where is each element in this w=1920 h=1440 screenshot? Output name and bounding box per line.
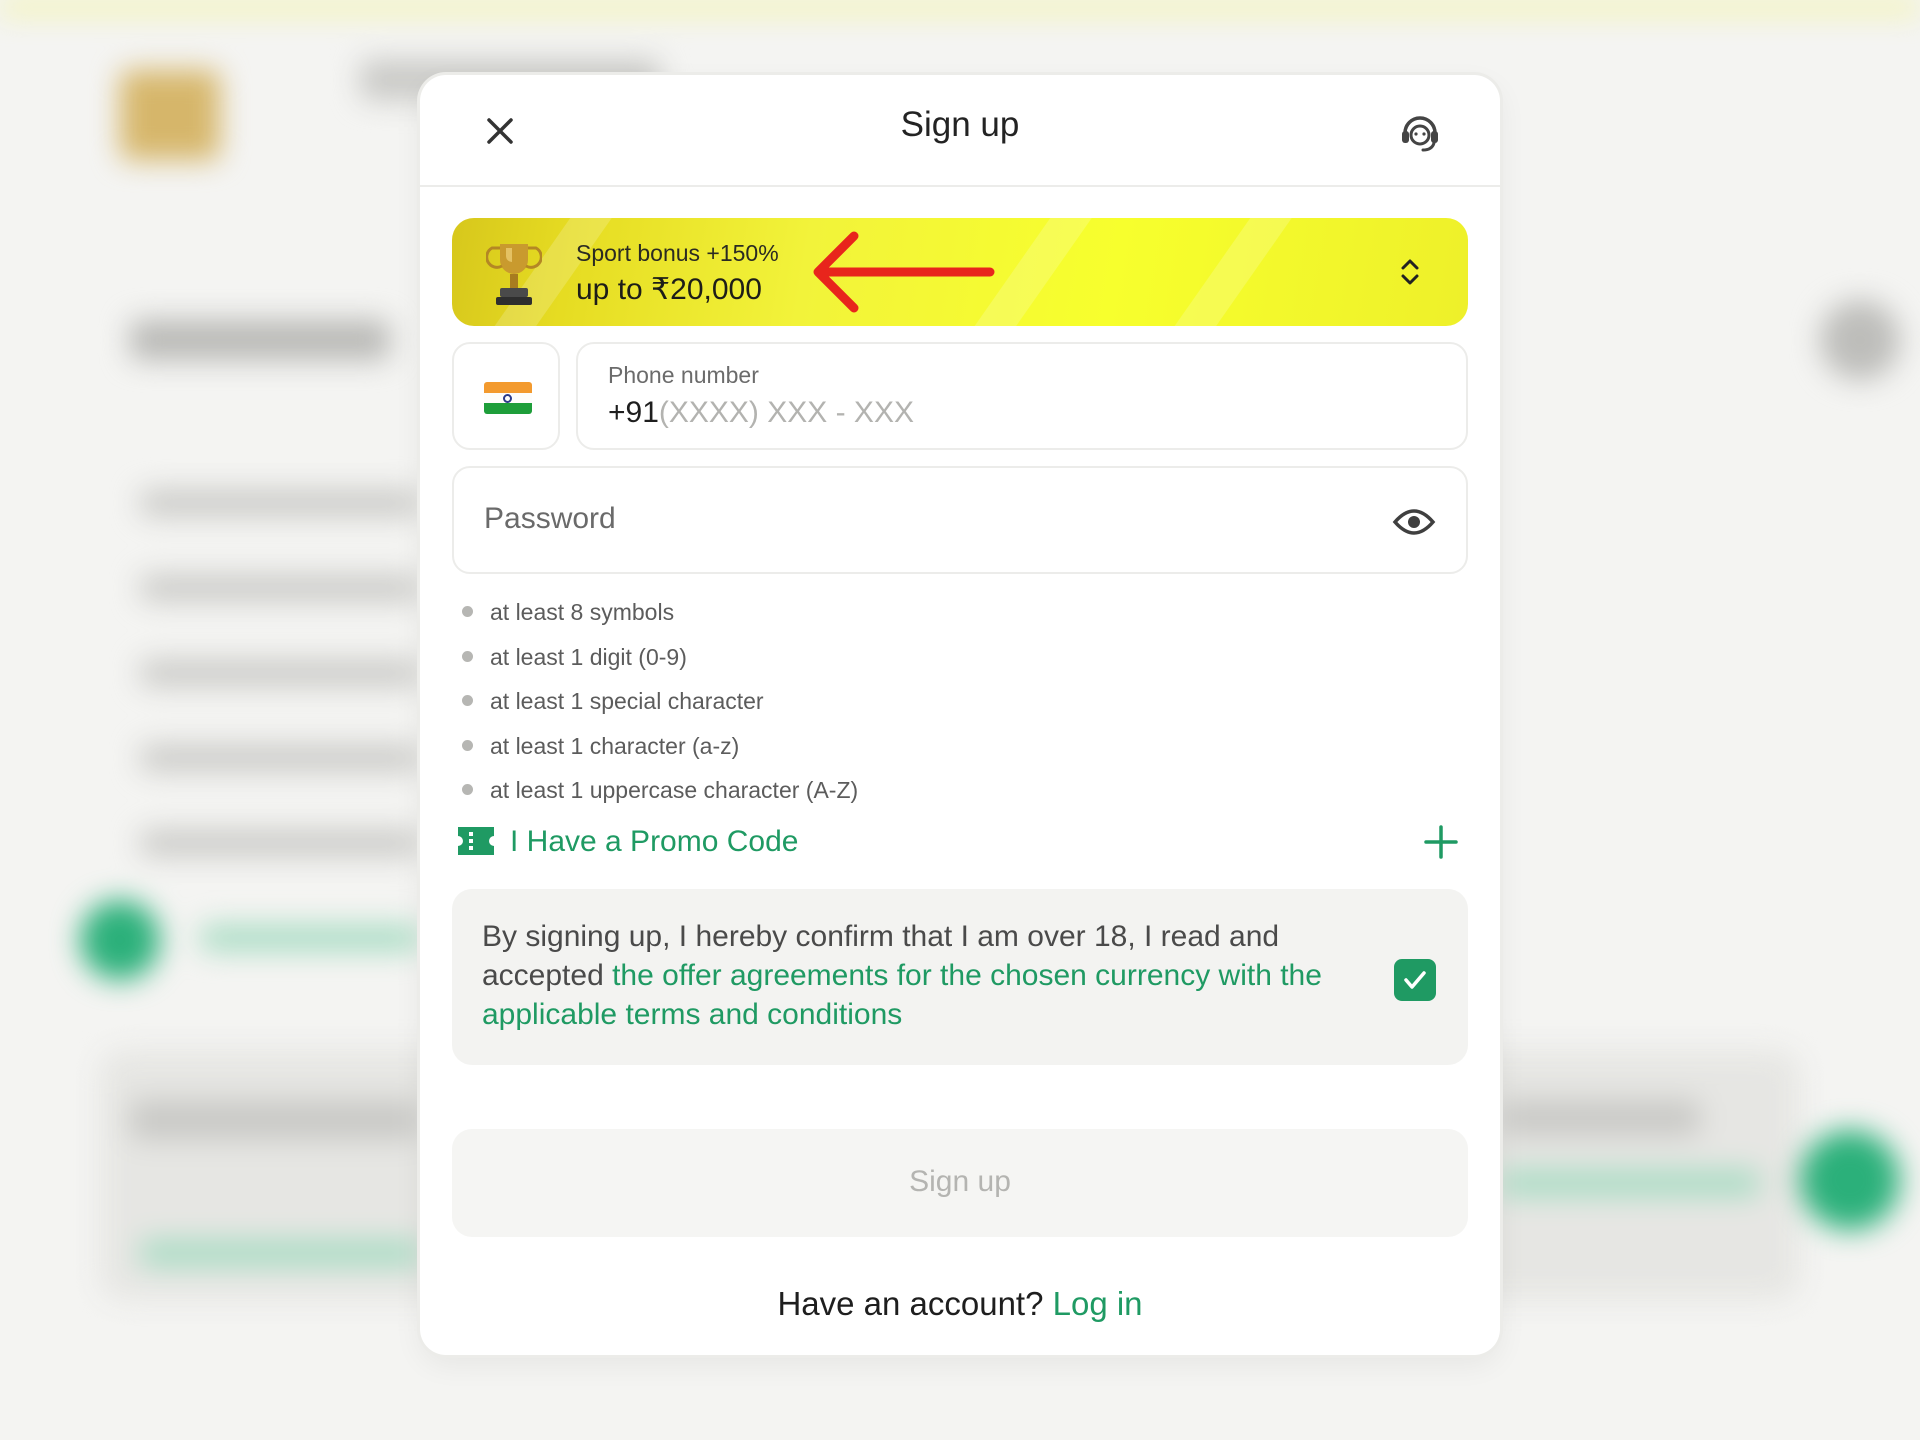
bullet-icon [462,650,473,662]
country-selector[interactable] [452,342,560,450]
background-right-text [1500,1100,1700,1136]
modal-title: Sign up [900,105,1020,144]
password-rule: at least 1 uppercase character (A-Z) [452,768,1468,813]
login-question: Have an account? [777,1284,1044,1322]
login-link[interactable]: Log in [1053,1285,1143,1322]
background-top-bar [0,0,1920,14]
background-green-dot-right [1800,1130,1900,1230]
bullet-icon [462,739,473,751]
bullet-icon [462,784,473,795]
modal-header: Sign up [420,75,1500,187]
terms-box: By signing up, I hereby confirm that I a… [452,888,1468,1065]
phone-prefix: +91 [608,396,659,429]
phone-placeholder: (XXXX) XXX - XXX [658,396,914,429]
password-rule: at least 1 special character [452,679,1468,724]
bonus-title: Sport bonus +150% [576,240,779,266]
check-icon [1404,970,1426,989]
phone-number-field[interactable]: Phone number +91(XXXX) XXX - XXX [576,342,1468,450]
password-placeholder: Password [484,502,616,535]
terms-checkbox[interactable] [1394,958,1436,1001]
support-button[interactable] [1396,107,1444,155]
trophy-icon [486,244,542,305]
background-list-5 [140,830,420,856]
bullet-icon [462,695,473,706]
modal-content: Sport bonus +150% up to ₹20,000 Phone nu… [452,218,1468,1323]
background-card-link [140,1240,420,1266]
background-heading [130,320,390,360]
password-rule: at least 1 character (a-z) [452,724,1468,769]
promo-code-toggle[interactable]: I Have a Promo Code [452,819,1468,865]
bonus-amount: up to ₹20,000 [576,273,762,306]
chevron-up-down-icon[interactable] [1396,254,1424,290]
red-arrow-annotation [813,231,995,313]
background-list-1 [140,490,420,516]
eye-icon[interactable] [1392,502,1436,542]
bonus-selector[interactable]: Sport bonus +150% up to ₹20,000 [452,218,1468,326]
background-list-3 [140,660,420,686]
signup-modal: Sign up Sport bonus +150% up to ₹20,000 … [420,75,1500,1355]
india-flag-icon [484,382,532,414]
plus-icon[interactable] [1422,823,1460,861]
bullet-icon [462,606,473,617]
phone-number-label: Phone number [608,362,759,388]
background-green-line-left [200,925,420,951]
background-list-4 [140,745,420,771]
background-right-link [1500,1170,1760,1196]
password-field[interactable]: Password [452,466,1468,574]
bonus-background-streak [1157,218,1301,326]
phone-row: Phone number +91(XXXX) XXX - XXX [452,342,1468,450]
background-green-dot-left [80,900,160,980]
terms-text: By signing up, I hereby confirm that I a… [482,917,1382,1034]
background-logo [120,70,220,160]
background-card-text [130,1100,420,1140]
login-prompt: Have an account? Log in [452,1285,1468,1323]
headset-icon [1402,116,1438,152]
background-avatar [1820,300,1900,380]
background-list-2 [140,575,420,601]
password-rule: at least 1 digit (0-9) [452,635,1468,680]
password-rule: at least 8 symbols [452,590,1468,635]
promo-code-label: I Have a Promo Code [510,824,799,858]
phone-number-input[interactable]: +91(XXXX) XXX - XXX [608,396,914,430]
password-rules: at least 8 symbols at least 1 digit (0-9… [452,590,1468,813]
ticket-icon [458,826,494,855]
signup-button[interactable]: Sign up [452,1128,1468,1237]
